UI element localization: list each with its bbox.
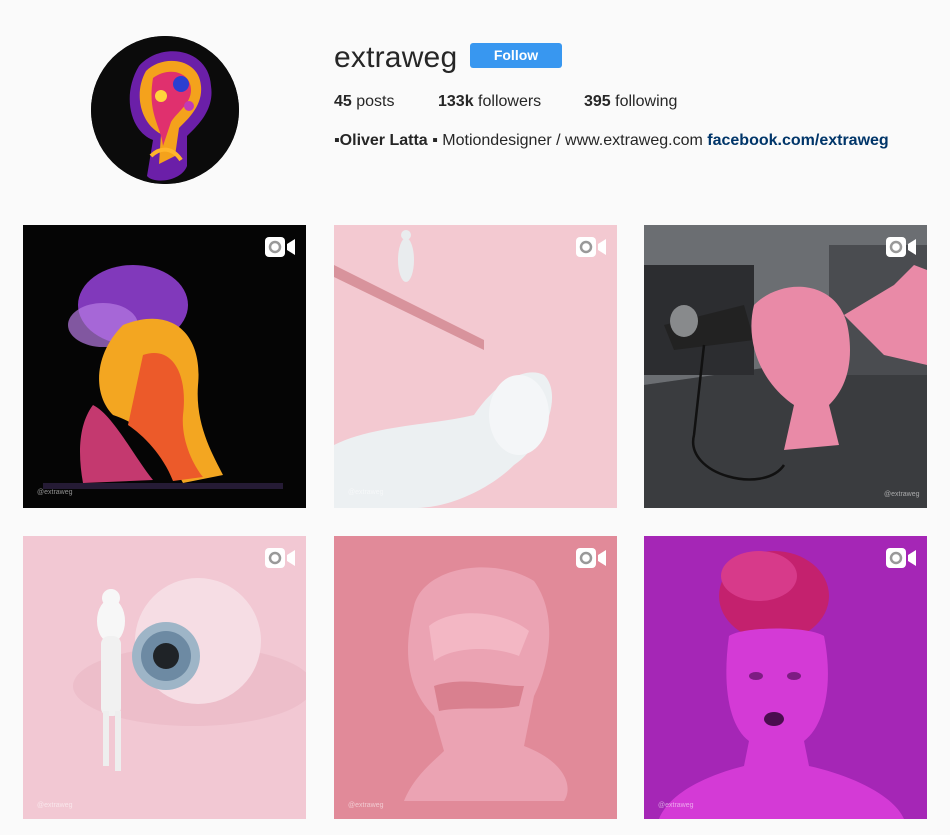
post-watermark: @extraweg bbox=[37, 802, 73, 809]
following-count: 395 bbox=[584, 93, 611, 110]
post-watermark: @extraweg bbox=[884, 491, 920, 498]
post-tile[interactable]: @extraweg bbox=[23, 225, 306, 508]
posts-count: 45 bbox=[334, 93, 352, 110]
post-watermark: @extraweg bbox=[37, 489, 73, 496]
followers-count: 133k bbox=[438, 93, 474, 110]
followers-label: followers bbox=[478, 93, 542, 110]
posts-stat: 45 posts bbox=[334, 93, 395, 111]
post-tile[interactable]: @extraweg bbox=[334, 536, 617, 819]
bio-text: Motiondesigner / www.extraweg.com bbox=[437, 132, 708, 149]
profile-bio: ▪Oliver Latta ▪ Motiondesigner / www.ext… bbox=[334, 132, 889, 150]
video-icon bbox=[265, 237, 295, 257]
following-label: following bbox=[615, 93, 678, 110]
post-tile[interactable]: @extraweg bbox=[644, 536, 927, 819]
profile-username: extraweg bbox=[334, 41, 458, 74]
following-stat[interactable]: 395 following bbox=[584, 93, 677, 111]
followers-stat[interactable]: 133k followers bbox=[438, 93, 541, 111]
post-tile[interactable]: @extraweg bbox=[334, 225, 617, 508]
post-tile[interactable]: @extraweg bbox=[23, 536, 306, 819]
video-icon bbox=[886, 237, 916, 257]
video-icon bbox=[886, 548, 916, 568]
post-watermark: @extraweg bbox=[348, 489, 384, 496]
profile-avatar[interactable] bbox=[91, 36, 239, 184]
post-watermark: @extraweg bbox=[348, 802, 384, 809]
post-watermark: @extraweg bbox=[658, 802, 694, 809]
follow-button[interactable]: Follow bbox=[470, 43, 562, 68]
video-icon bbox=[265, 548, 295, 568]
posts-label: posts bbox=[356, 93, 395, 110]
post-tile[interactable]: @extraweg bbox=[644, 225, 927, 508]
bio-link[interactable]: facebook.com/extraweg bbox=[707, 132, 888, 149]
video-icon bbox=[576, 548, 606, 568]
video-icon bbox=[576, 237, 606, 257]
bio-name: ▪Oliver Latta ▪ bbox=[334, 132, 438, 149]
